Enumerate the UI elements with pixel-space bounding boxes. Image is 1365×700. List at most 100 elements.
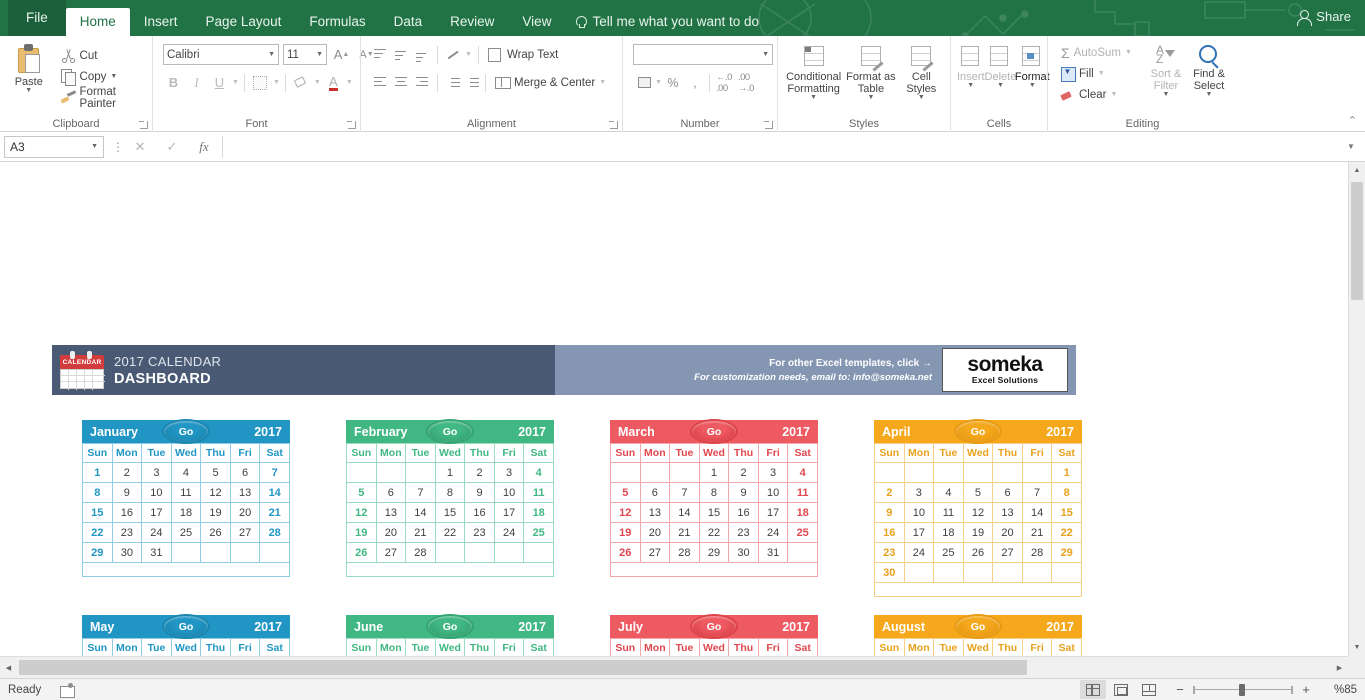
day-cell[interactable]: 1 [1051, 462, 1082, 483]
day-cell[interactable]: 8 [82, 482, 113, 503]
zoom-control[interactable]: − + %85 [1174, 682, 1357, 697]
zoom-out-button[interactable]: − [1174, 682, 1186, 697]
confirm-entry-button[interactable]: ✓ [158, 136, 186, 158]
day-cell[interactable]: 25 [787, 522, 818, 543]
conditional-formatting-button[interactable]: Conditional Formatting ▼ [784, 44, 843, 101]
go-button-march[interactable]: Go [692, 421, 736, 442]
day-cell[interactable] [992, 562, 1023, 583]
horizontal-scroll-thumb[interactable] [19, 660, 1027, 675]
chevron-down-icon[interactable]: ▼ [25, 87, 32, 94]
day-cell[interactable]: 1 [434, 462, 466, 483]
day-cell[interactable]: 13 [229, 482, 261, 503]
day-cell[interactable]: 7 [1021, 482, 1053, 503]
day-cell[interactable] [639, 462, 671, 483]
sort-filter-button[interactable]: AZ Sort & Filter ▼ [1145, 42, 1187, 98]
chevron-down-icon[interactable]: ▼ [268, 51, 275, 58]
zoom-slider[interactable] [1193, 683, 1293, 696]
day-cell[interactable]: 26 [962, 542, 994, 563]
day-cell[interactable]: 10 [493, 482, 525, 503]
day-cell[interactable]: 23 [111, 522, 143, 543]
underline-button[interactable]: U [209, 72, 230, 93]
day-cell[interactable]: 20 [375, 522, 407, 543]
orientation-button[interactable] [444, 46, 462, 64]
day-cell[interactable]: 20 [229, 502, 261, 523]
day-cell[interactable]: 28 [669, 542, 700, 563]
day-cell[interactable]: 16 [111, 502, 143, 523]
paste-button[interactable]: Paste ▼ [6, 42, 52, 94]
day-cell[interactable] [962, 562, 994, 583]
vertical-scroll-thumb[interactable] [1351, 182, 1363, 300]
day-cell[interactable]: 9 [874, 502, 905, 523]
chevron-down-icon[interactable]: ▼ [314, 79, 321, 86]
insert-cells-button[interactable]: Insert ▼ [957, 44, 985, 89]
increase-font-size-button[interactable]: A ▲ [331, 44, 352, 65]
tab-file[interactable]: File [8, 0, 66, 36]
day-cell[interactable] [610, 462, 641, 483]
day-cell[interactable]: 11 [933, 502, 964, 523]
day-cell[interactable]: 13 [639, 502, 671, 523]
day-cell[interactable]: 5 [962, 482, 994, 503]
align-bottom-button[interactable] [413, 46, 431, 64]
day-cell[interactable]: 13 [375, 502, 407, 523]
tab-insert[interactable]: Insert [130, 8, 192, 36]
delete-cells-button[interactable]: Delete ▼ [985, 44, 1016, 89]
chevron-down-icon[interactable]: ▼ [599, 79, 606, 86]
day-cell[interactable] [933, 562, 964, 583]
day-cell[interactable] [992, 462, 1023, 483]
day-cell[interactable]: 2 [728, 462, 759, 483]
day-cell[interactable]: 24 [903, 542, 935, 563]
day-cell[interactable]: 15 [1051, 502, 1082, 523]
percent-style-button[interactable]: % [662, 73, 684, 93]
day-cell[interactable]: 4 [170, 462, 202, 483]
scroll-up-button[interactable]: ▲ [1349, 162, 1365, 179]
chevron-down-icon[interactable]: ▼ [1098, 70, 1105, 77]
day-cell[interactable]: 20 [639, 522, 671, 543]
day-cell[interactable]: 19 [610, 522, 641, 543]
day-cell[interactable]: 31 [757, 542, 789, 563]
chevron-down-icon[interactable]: ▼ [967, 82, 974, 89]
day-cell[interactable] [903, 562, 935, 583]
day-cell[interactable]: 7 [259, 462, 290, 483]
day-cell[interactable] [903, 462, 935, 483]
chevron-down-icon[interactable]: ▼ [91, 143, 98, 150]
day-cell[interactable]: 19 [962, 522, 994, 543]
cell-styles-button[interactable]: Cell Styles ▼ [899, 44, 944, 101]
day-cell[interactable] [523, 542, 554, 563]
day-cell[interactable]: 4 [523, 462, 554, 483]
day-cell[interactable]: 21 [259, 502, 290, 523]
day-cell[interactable]: 5 [200, 462, 231, 483]
day-cell[interactable]: 23 [464, 522, 495, 543]
someka-logo[interactable]: someka Excel Solutions [942, 348, 1068, 392]
day-cell[interactable] [1021, 562, 1053, 583]
day-cell[interactable]: 9 [464, 482, 495, 503]
align-top-button[interactable] [371, 46, 389, 64]
number-dialog-launcher[interactable] [764, 120, 773, 129]
day-cell[interactable]: 11 [170, 482, 202, 503]
day-cell[interactable]: 6 [375, 482, 407, 503]
go-button-august[interactable]: Go [956, 616, 1000, 637]
chevron-down-icon[interactable]: ▼ [918, 94, 925, 101]
day-cell[interactable]: 24 [141, 522, 172, 543]
worksheet-canvas[interactable]: CALENDAR 2017 CALENDAR DASHBOARD For oth… [0, 162, 1348, 656]
zoom-in-button[interactable]: + [1300, 682, 1312, 697]
day-cell[interactable]: 6 [639, 482, 671, 503]
share-button[interactable]: Share [1296, 9, 1351, 26]
tab-page-layout[interactable]: Page Layout [192, 8, 296, 36]
chevron-down-icon[interactable]: ▼ [1125, 49, 1132, 56]
day-cell[interactable]: 1 [82, 462, 113, 483]
day-cell[interactable]: 7 [405, 482, 436, 503]
day-cell[interactable]: 16 [728, 502, 759, 523]
chevron-down-icon[interactable]: ▼ [110, 73, 117, 80]
day-cell[interactable] [229, 542, 261, 563]
chevron-down-icon[interactable]: ▼ [1110, 91, 1117, 98]
day-cell[interactable]: 18 [170, 502, 202, 523]
day-cell[interactable]: 1 [698, 462, 730, 483]
day-cell[interactable]: 23 [874, 542, 905, 563]
day-cell[interactable]: 18 [787, 502, 818, 523]
day-cell[interactable]: 26 [346, 542, 377, 563]
day-cell[interactable]: 3 [757, 462, 789, 483]
day-cell[interactable]: 26 [200, 522, 231, 543]
day-cell[interactable]: 11 [523, 482, 554, 503]
day-cell[interactable]: 12 [962, 502, 994, 523]
day-cell[interactable]: 7 [669, 482, 700, 503]
